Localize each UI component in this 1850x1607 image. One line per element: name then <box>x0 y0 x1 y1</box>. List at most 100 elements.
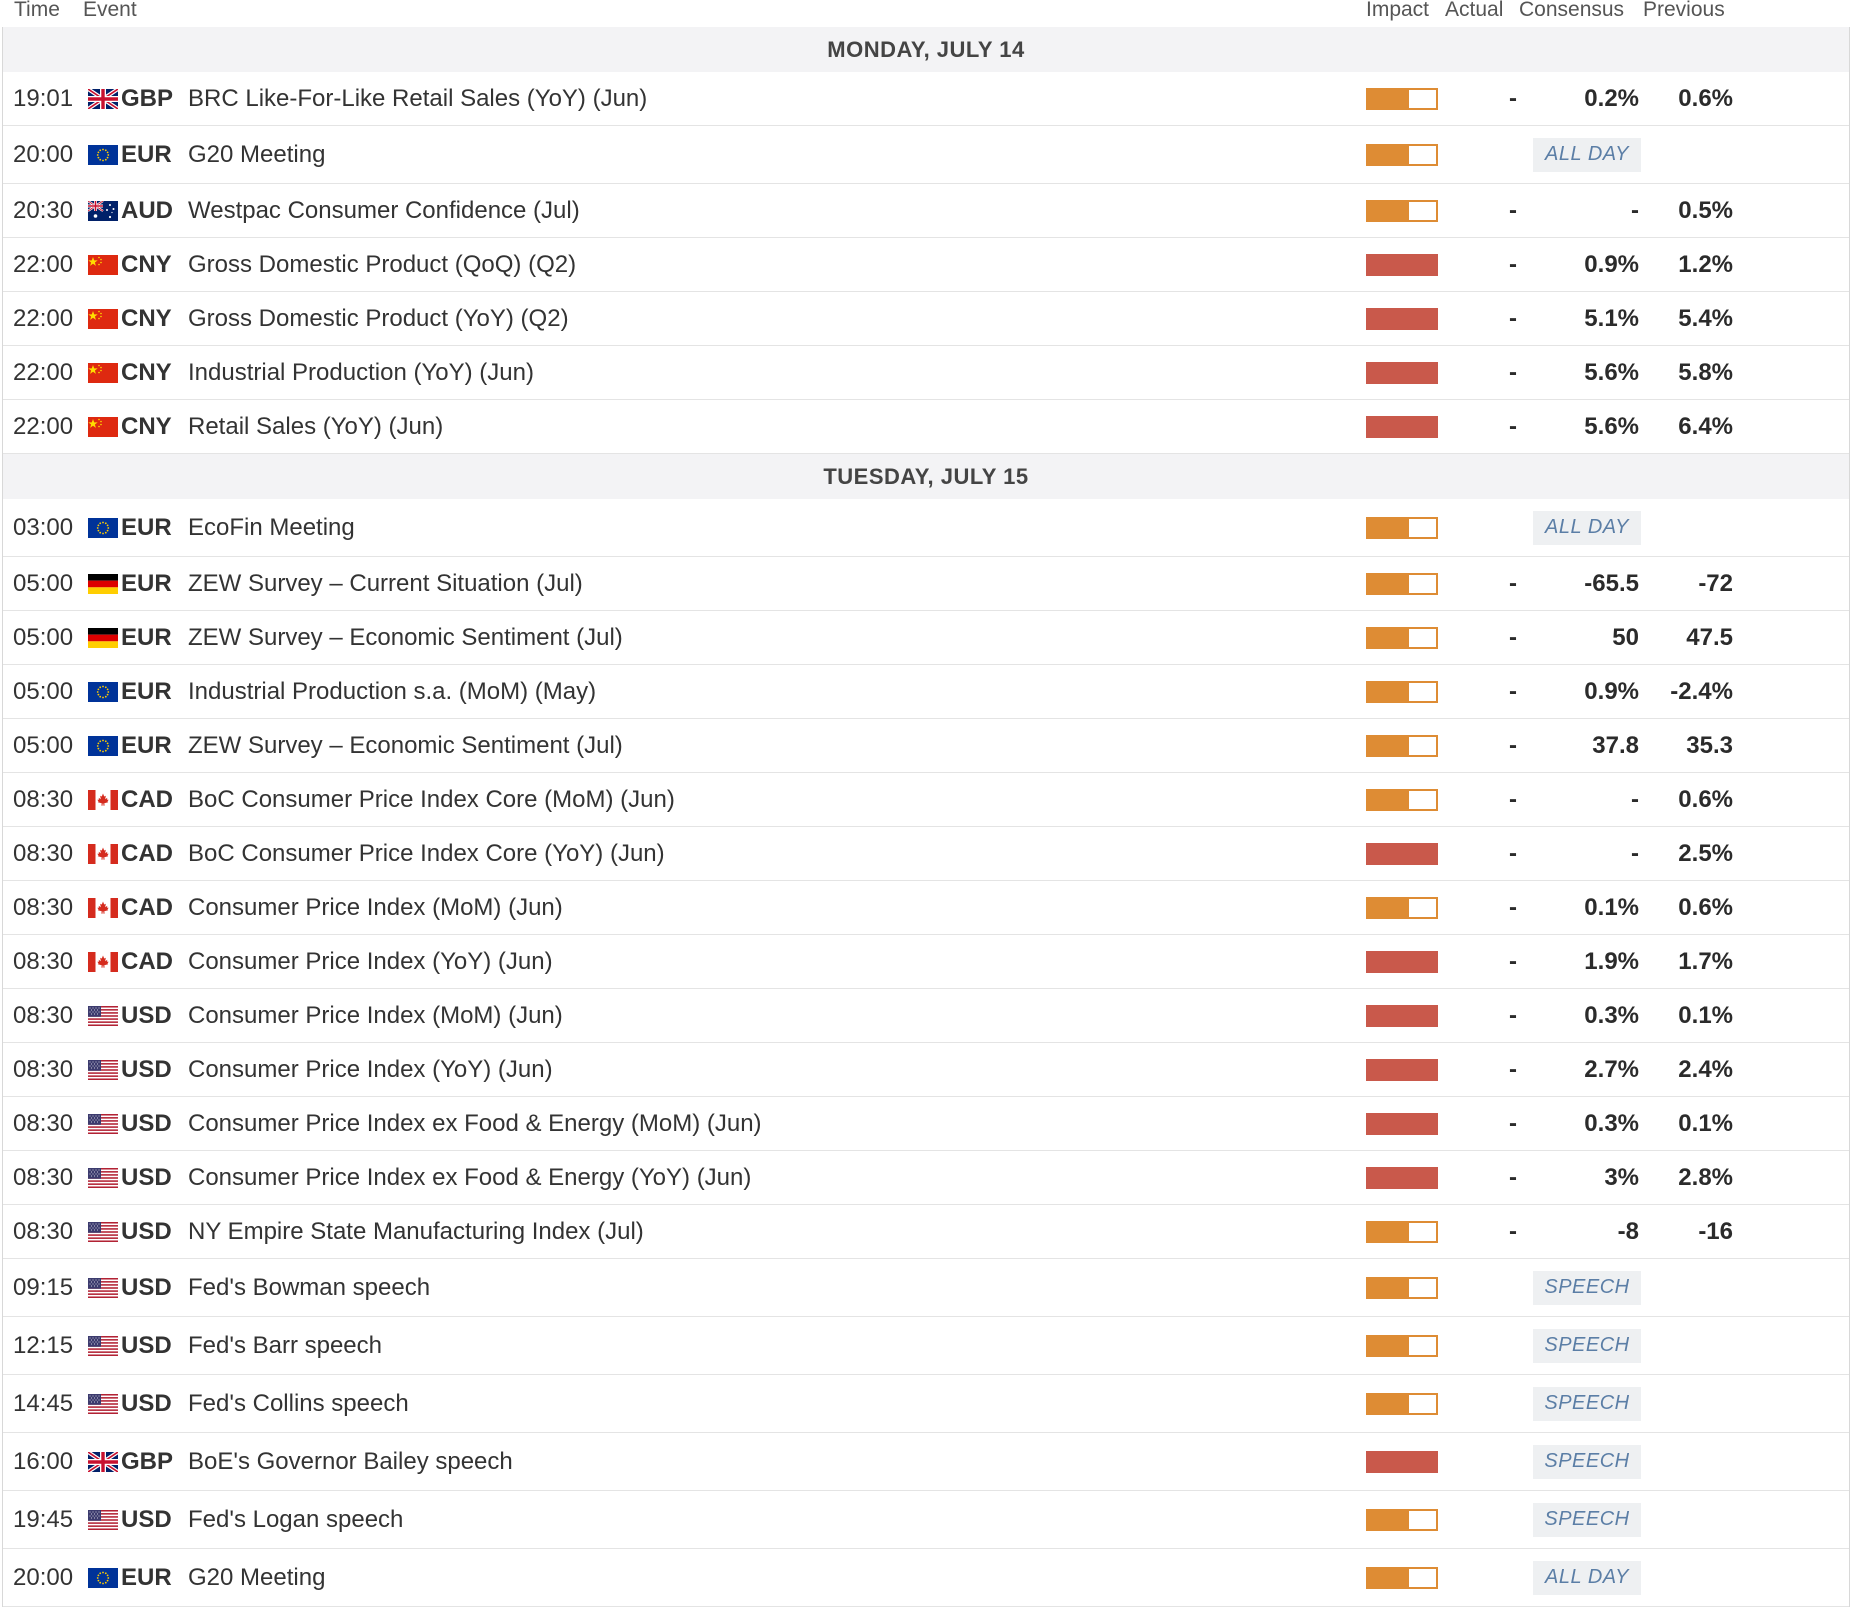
event-name[interactable]: Fed's Bowman speech <box>188 1259 430 1316</box>
event-name[interactable]: Consumer Price Index (YoY) (Jun) <box>188 935 553 988</box>
event-row[interactable]: 08:30 USD Consumer Price Index ex Food & E… <box>3 1097 1849 1151</box>
event-row[interactable]: 09:15 USD Fed's Bowman speech SPEECH <box>3 1259 1849 1317</box>
event-row[interactable]: 22:00 CNY Gross Domestic Product (QoQ) (Q2… <box>3 238 1849 292</box>
event-name[interactable]: G20 Meeting <box>188 1549 325 1606</box>
event-tag-badge: ALL DAY <box>1533 510 1641 545</box>
impact-bar-fill <box>1366 1058 1438 1081</box>
event-name[interactable]: BoE's Governor Bailey speech <box>188 1433 513 1490</box>
event-name[interactable]: Fed's Logan speech <box>188 1491 403 1548</box>
event-name[interactable]: NY Empire State Manufacturing Index (Jul… <box>188 1205 644 1258</box>
event-row[interactable]: 20:30 AUD Westpac Consumer Confidence (Jul… <box>3 184 1849 238</box>
event-name[interactable]: ZEW Survey – Economic Sentiment (Jul) <box>188 611 623 664</box>
event-row[interactable]: 16:00 GBP BoE's Governor Bailey speech SPEE… <box>3 1433 1849 1491</box>
event-tag-badge: SPEECH <box>1533 1270 1641 1305</box>
ca-flag-icon <box>88 951 118 972</box>
event-row[interactable]: 08:30 USD Consumer Price Index (MoM) (Jun)… <box>3 989 1849 1043</box>
event-row[interactable]: 08:30 CAD Consumer Price Index (YoY) (Jun)… <box>3 935 1849 989</box>
event-name[interactable]: Consumer Price Index ex Food & Energy (M… <box>188 1097 762 1150</box>
eu-flag-icon <box>88 1567 118 1588</box>
event-name[interactable]: Consumer Price Index (MoM) (Jun) <box>188 881 563 934</box>
column-header-impact[interactable]: Impact <box>1366 0 1429 22</box>
event-name[interactable]: ZEW Survey – Current Situation (Jul) <box>188 557 583 610</box>
event-row[interactable]: 08:30 CAD BoC Consumer Price Index Core (M… <box>3 773 1849 827</box>
event-name[interactable]: Retail Sales (YoY) (Jun) <box>188 400 443 453</box>
column-header-previous[interactable]: Previous <box>1643 0 1725 22</box>
event-row[interactable]: 05:00 EUR ZEW Survey – Economic Sentiment … <box>3 719 1849 773</box>
event-name[interactable]: BoC Consumer Price Index Core (YoY) (Jun… <box>188 827 665 880</box>
event-tag-badge: SPEECH <box>1533 1502 1641 1537</box>
impact-bar-fill <box>1366 1566 1438 1589</box>
currency-code: USD <box>121 1505 172 1533</box>
impact-medium-bar <box>1366 1276 1438 1299</box>
event-row[interactable]: 05:00 EUR ZEW Survey – Economic Sentiment … <box>3 611 1849 665</box>
event-row[interactable]: 14:45 USD Fed's Collins speech SPEECH <box>3 1375 1849 1433</box>
event-name[interactable]: Consumer Price Index ex Food & Energy (Y… <box>188 1151 751 1204</box>
impact-medium-bar <box>1366 788 1438 811</box>
column-header-actual[interactable]: Actual <box>1445 0 1503 22</box>
impact-bar-fill <box>1366 896 1438 919</box>
event-row[interactable]: 05:00 EUR Industrial Production s.a. (MoM)… <box>3 665 1849 719</box>
consensus-value: 5.1% <box>1584 304 1639 332</box>
event-name[interactable]: Westpac Consumer Confidence (Jul) <box>188 184 580 237</box>
event-tag-badge: SPEECH <box>1533 1444 1641 1479</box>
event-time: 12:15 <box>13 1331 74 1359</box>
impact-high-bar <box>1366 1112 1438 1135</box>
impact-bar-fill <box>1366 253 1438 276</box>
event-name[interactable]: Fed's Barr speech <box>188 1317 382 1374</box>
event-tag-badge: ALL DAY <box>1533 137 1641 172</box>
event-row[interactable]: 03:00 EUR EcoFin Meeting ALL DAY <box>3 499 1849 557</box>
event-time: 22:00 <box>13 412 74 440</box>
event-name[interactable]: BRC Like-For-Like Retail Sales (YoY) (Ju… <box>188 72 647 125</box>
event-row[interactable]: 08:30 CAD Consumer Price Index (MoM) (Jun)… <box>3 881 1849 935</box>
event-name[interactable]: Industrial Production s.a. (MoM) (May) <box>188 665 596 718</box>
event-row[interactable]: 22:00 CNY Gross Domestic Product (YoY) (Q2… <box>3 292 1849 346</box>
cn-flag-icon <box>88 254 118 275</box>
event-name[interactable]: Consumer Price Index (MoM) (Jun) <box>188 989 563 1042</box>
event-row[interactable]: 08:30 USD NY Empire State Manufacturing In… <box>3 1205 1849 1259</box>
event-row[interactable]: 08:30 CAD BoC Consumer Price Index Core (Y… <box>3 827 1849 881</box>
event-row[interactable]: 22:00 CNY Industrial Production (YoY) (Jun… <box>3 346 1849 400</box>
impact-medium-bar <box>1366 1566 1438 1589</box>
event-time: 08:30 <box>13 893 74 921</box>
event-name[interactable]: Gross Domestic Product (YoY) (Q2) <box>188 292 569 345</box>
event-row[interactable]: 08:30 USD Consumer Price Index (YoY) (Jun)… <box>3 1043 1849 1097</box>
previous-value: 1.2% <box>1678 250 1733 278</box>
previous-value: 35.3 <box>1686 731 1733 759</box>
event-name[interactable]: EcoFin Meeting <box>188 499 355 556</box>
impact-bar-fill <box>1366 1334 1438 1357</box>
consensus-value: 3% <box>1604 1163 1639 1191</box>
event-name[interactable]: Consumer Price Index (YoY) (Jun) <box>188 1043 553 1096</box>
event-row[interactable]: 19:01 GBP BRC Like-For-Like Retail Sales (… <box>3 72 1849 126</box>
ca-flag-icon <box>88 843 118 864</box>
event-time: 08:30 <box>13 1055 74 1083</box>
event-name[interactable]: BoC Consumer Price Index Core (MoM) (Jun… <box>188 773 675 826</box>
event-row[interactable]: 22:00 CNY Retail Sales (YoY) (Jun) - 5.6% 6.4… <box>3 400 1849 454</box>
previous-value: 5.8% <box>1678 358 1733 386</box>
event-name[interactable]: Industrial Production (YoY) (Jun) <box>188 346 534 399</box>
column-header-time[interactable]: Time <box>14 0 60 22</box>
event-row[interactable]: 08:30 USD Consumer Price Index ex Food & E… <box>3 1151 1849 1205</box>
event-name[interactable]: Fed's Collins speech <box>188 1375 409 1432</box>
event-name[interactable]: ZEW Survey – Economic Sentiment (Jul) <box>188 719 623 772</box>
event-name[interactable]: G20 Meeting <box>188 126 325 183</box>
impact-medium-bar <box>1366 572 1438 595</box>
uk-flag-icon <box>88 88 118 109</box>
impact-medium-bar <box>1366 199 1438 222</box>
event-row[interactable]: 05:00 EUR ZEW Survey – Current Situation (… <box>3 557 1849 611</box>
event-time: 05:00 <box>13 731 74 759</box>
impact-bar-fill <box>1366 1508 1438 1531</box>
event-row[interactable]: 20:00 EUR G20 Meeting ALL DAY <box>3 1549 1849 1607</box>
column-header-consensus[interactable]: Consensus <box>1519 0 1624 22</box>
impact-bar-fill <box>1366 415 1438 438</box>
actual-value: - <box>1509 84 1517 112</box>
impact-bar-fill <box>1366 516 1438 539</box>
previous-value: 0.6% <box>1678 893 1733 921</box>
currency-code: USD <box>121 1217 172 1245</box>
column-header-event[interactable]: Event <box>83 0 137 22</box>
event-name[interactable]: Gross Domestic Product (QoQ) (Q2) <box>188 238 576 291</box>
event-row[interactable]: 20:00 EUR G20 Meeting ALL DAY <box>3 126 1849 184</box>
event-row[interactable]: 19:45 USD Fed's Logan speech SPEECH <box>3 1491 1849 1549</box>
actual-value: - <box>1509 1109 1517 1137</box>
currency-code: EUR <box>121 1563 172 1591</box>
event-row[interactable]: 12:15 USD Fed's Barr speech SPEECH <box>3 1317 1849 1375</box>
